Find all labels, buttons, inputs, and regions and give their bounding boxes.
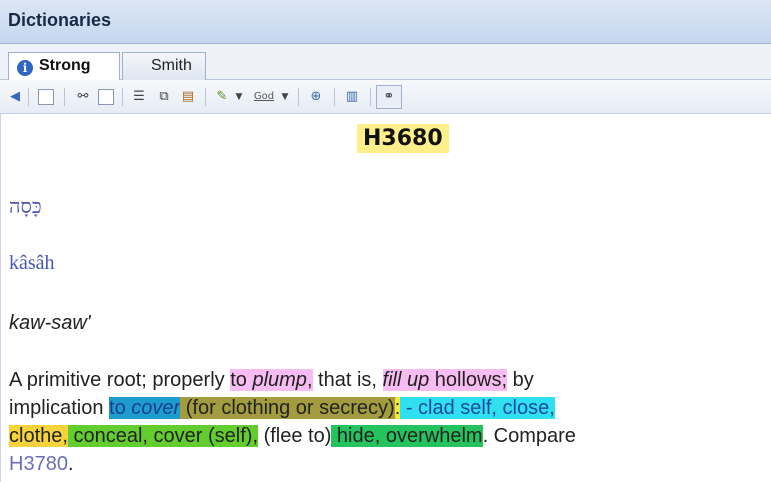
toolbar-separator [298, 88, 299, 106]
definition-segment: that is, [312, 369, 383, 391]
highlight-clad-self: - clad self, close, [400, 397, 555, 419]
tab-strong-label: Strong [39, 57, 91, 74]
copy-icon[interactable]: ⧉ [154, 87, 174, 107]
tab-strong[interactable]: i Strong [8, 52, 120, 80]
dictionary-content: H3680 כָּסָה kâsâh kaw-saw' A primitive … [0, 114, 771, 482]
toolbar-separator [28, 88, 29, 106]
highlight-to-plump: to plump, [230, 369, 313, 391]
highlight-hide-overwhelm: hide, overwhelm [331, 425, 483, 447]
definition-text: A primitive root; properly to plump, tha… [9, 366, 771, 478]
pronunciation: kaw-saw' [9, 312, 91, 334]
highlighter-icon[interactable]: ✎ [212, 87, 232, 107]
highlight-clothe: clothe, [9, 425, 68, 447]
toolbar-separator [334, 88, 335, 106]
toolbar-separator [64, 88, 65, 106]
toolbar-separator [205, 88, 206, 106]
book-icon[interactable]: ▥ [342, 87, 362, 107]
highlight-conceal-cover: conceal, cover (self), [67, 425, 259, 447]
panel-title: Dictionaries [8, 10, 112, 30]
dictionary-tabs: i Strong Smith [0, 44, 771, 80]
toolbar-separator [370, 88, 371, 106]
zoom-icon[interactable]: ⊕ [306, 87, 326, 107]
info-icon: i [17, 60, 33, 76]
document-icon[interactable]: ☰ [130, 87, 148, 107]
back-arrow-icon[interactable]: ◀ [8, 87, 22, 107]
dictionary-toolbar: ◀ ⚯ ☰ ⧉ ▤ ✎ ▼ God ▼ ⊕ ▥ ⚭ [0, 80, 771, 114]
definition-segment: . Compare [482, 425, 576, 447]
tab-smith-label: Smith [151, 57, 192, 74]
entry-id: H3680 [357, 124, 449, 153]
highlight-fill-up-hollows: fill up hollows; [382, 369, 508, 391]
definition-segment: . [67, 453, 74, 475]
search-icon[interactable] [96, 87, 116, 107]
god-icon[interactable]: God [250, 87, 278, 107]
definition-segment: by [507, 369, 534, 391]
print-icon[interactable] [36, 87, 56, 107]
tab-smith[interactable]: Smith [122, 52, 206, 80]
toolbar-separator [122, 88, 123, 106]
compare-link[interactable]: H3780 [9, 453, 68, 475]
find-icon[interactable]: ⚯ [72, 87, 94, 107]
paste-icon[interactable]: ▤ [178, 87, 198, 107]
highlight-to-cover: to cover [109, 397, 181, 419]
transliteration: kâsâh [9, 252, 55, 274]
definition-segment: implication [9, 397, 110, 419]
link-icon[interactable]: ⚭ [376, 85, 402, 109]
definition-segment: (flee to) [258, 425, 332, 447]
definition-segment: A primitive root; properly [9, 369, 231, 391]
hebrew-word: כָּסָה [9, 194, 42, 218]
panel-titlebar: Dictionaries [0, 0, 771, 44]
dropdown-arrow-icon[interactable]: ▼ [234, 87, 244, 107]
highlight-for-clothing: (for clothing or secrecy) [180, 397, 395, 419]
dropdown-arrow-icon[interactable]: ▼ [280, 87, 290, 107]
